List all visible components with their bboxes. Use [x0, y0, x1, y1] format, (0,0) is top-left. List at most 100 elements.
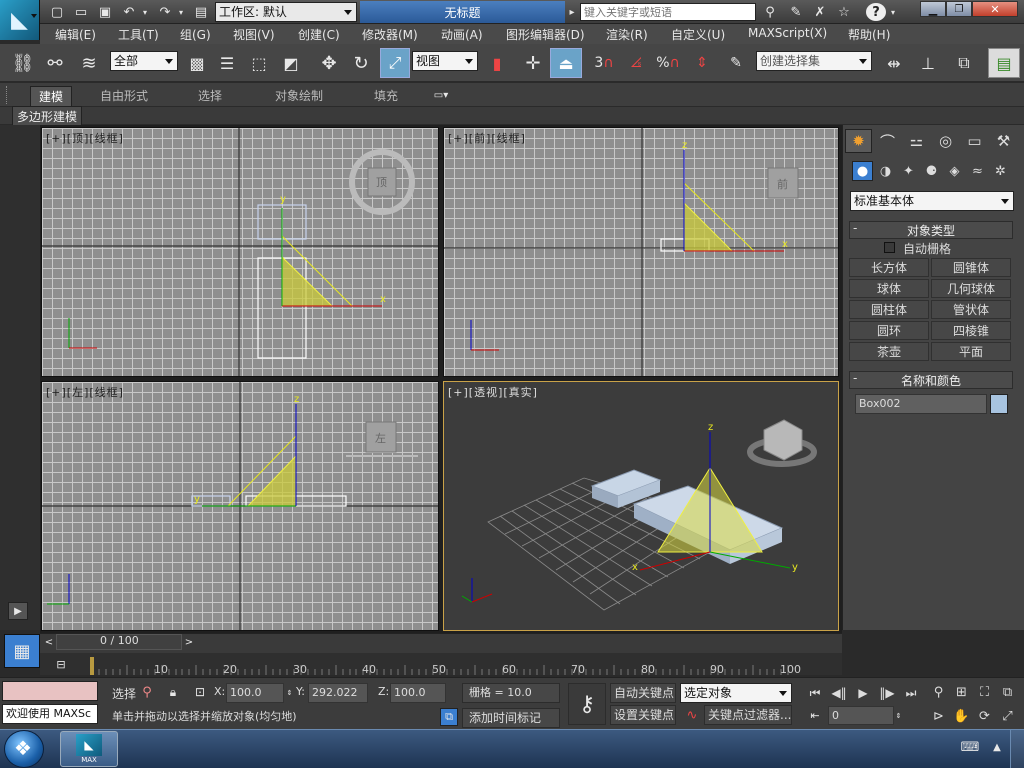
set-key-button[interactable]: 设置关键点	[610, 705, 676, 725]
mini-curve-editor-icon[interactable]: ⊟	[50, 656, 72, 672]
key-mode-dropdown[interactable]: 选定对象	[680, 683, 792, 703]
menu-item[interactable]: 组(G)	[180, 26, 211, 43]
object-type-rollout-header[interactable]: 对象类型	[849, 221, 1013, 239]
binoculars-icon[interactable]: ⚲	[760, 3, 780, 21]
primitive-button[interactable]: 球体	[849, 279, 929, 298]
primitive-button[interactable]: 圆柱体	[849, 300, 929, 319]
project-folder-icon[interactable]: ▤	[192, 3, 210, 21]
maxscript-listener-top[interactable]	[2, 681, 98, 701]
viewport-perspective[interactable]: [+][透视][真实] z y x	[443, 381, 839, 631]
selection-lock-icon[interactable]: 🔒︎	[164, 682, 182, 702]
time-config-icon[interactable]: ⇤	[806, 706, 824, 724]
menu-item[interactable]: 创建(C)	[298, 26, 340, 43]
next-frame-icon[interactable]: ‖▶	[876, 683, 898, 703]
auto-key-button[interactable]: 自动关键点	[610, 683, 676, 703]
tray-expand-icon[interactable]: ▲	[990, 738, 1004, 756]
zoom-extents-icon[interactable]: ⛶	[974, 682, 995, 702]
y-coord-field[interactable]: 292.022	[308, 683, 368, 703]
menu-item[interactable]: 修改器(M)	[362, 26, 418, 43]
select-link-icon[interactable]: ⛓	[10, 50, 36, 76]
named-selection-dropdown[interactable]: 创建选择集	[756, 51, 872, 71]
menu-item[interactable]: 帮助(H)	[848, 26, 890, 43]
geometry-icon[interactable]: ●	[852, 161, 873, 181]
tools-x-icon[interactable]: ✗	[810, 3, 830, 21]
menu-item[interactable]: 渲染(R)	[606, 26, 648, 43]
primitive-button[interactable]: 管状体	[931, 300, 1011, 319]
polygon-modeling-label[interactable]: 多边形建模	[12, 106, 83, 127]
ribbon-tab[interactable]: 选择	[190, 86, 230, 105]
layer-manager-icon[interactable]: ⧉	[950, 50, 978, 76]
move-icon[interactable]: ✥	[316, 50, 342, 76]
menu-item[interactable]: 动画(A)	[441, 26, 483, 43]
undo-icon[interactable]: ↶	[120, 3, 138, 21]
x-coord-field[interactable]: 100.0	[226, 683, 284, 703]
field-of-view-icon[interactable]: ⊳	[928, 706, 949, 726]
minimize-window-button[interactable]: ▁	[920, 1, 946, 17]
expand-panel-icon[interactable]: ▶	[8, 602, 28, 620]
pan-icon[interactable]: ✋	[951, 706, 972, 726]
modify-tab-icon[interactable]: ⌒	[874, 129, 901, 153]
select-manipulate-icon[interactable]: ✛	[520, 50, 546, 76]
primitive-button[interactable]: 平面	[931, 342, 1011, 361]
save-file-icon[interactable]: ▣	[96, 3, 114, 21]
object-color-swatch[interactable]	[990, 394, 1008, 414]
key-filters-button[interactable]: 关键点过滤器...	[704, 705, 792, 725]
isolate-selection-icon[interactable]: ⚲	[138, 682, 156, 702]
ribbon-toggle-icon[interactable]: ▤	[988, 48, 1020, 78]
select-object-icon[interactable]: ▩	[184, 50, 210, 76]
key-filter-curve-icon[interactable]: ∿	[682, 705, 702, 725]
motion-tab-icon[interactable]: ◎	[932, 129, 959, 153]
current-frame-spinner-icon[interactable]: ⇕	[894, 706, 903, 725]
cameras-icon[interactable]: ⚈	[921, 161, 942, 181]
angle-snap-icon[interactable]: ⦞	[622, 50, 650, 76]
primitive-button[interactable]: 几何球体	[931, 279, 1011, 298]
ribbon-tab[interactable]: 对象绘制	[267, 86, 331, 105]
space-warps-icon[interactable]: ≈	[967, 161, 988, 181]
show-desktop-button[interactable]	[1010, 730, 1024, 768]
ribbon-tab[interactable]: 自由形式	[92, 86, 156, 105]
align-icon[interactable]: ⊥	[914, 50, 942, 76]
bind-space-warp-icon[interactable]: ≋	[76, 50, 102, 76]
viewport-front[interactable]: [+][前][线框] z x 前	[443, 127, 839, 377]
z-coord-field[interactable]: 100.0	[390, 683, 446, 703]
keyboard-tray-icon[interactable]: ⌨	[960, 738, 980, 756]
reference-coordinate-dropdown[interactable]: 视图	[412, 51, 478, 71]
viewcube-persp[interactable]	[763, 419, 803, 461]
object-name-field[interactable]: Box002	[855, 394, 987, 414]
menu-item[interactable]: 工具(T)	[118, 26, 159, 43]
primitive-button[interactable]: 圆锥体	[931, 258, 1011, 277]
add-time-tag-label[interactable]: 添加时间标记	[462, 708, 560, 728]
close-window-button[interactable]: ✕	[972, 1, 1018, 17]
maxscript-welcome-text[interactable]: 欢迎使用 MAXSc	[2, 704, 98, 724]
rectangle-selection-icon[interactable]: ⬚	[246, 50, 272, 76]
zoom-icon[interactable]: ⚲	[928, 682, 949, 702]
search-expand-icon[interactable]: ▸	[566, 3, 578, 21]
viewport-left[interactable]: [+][左][线框] z y 左	[41, 381, 439, 631]
window-crossing-icon[interactable]: ◩	[278, 50, 304, 76]
shapes-icon[interactable]: ◑	[875, 161, 896, 181]
viewport-top[interactable]: [+][顶][线框] y x 顶	[41, 127, 439, 377]
time-slider-next-icon[interactable]: >	[182, 634, 196, 650]
zoom-extents-all-icon[interactable]: ⧉	[997, 682, 1018, 702]
absolute-mode-icon[interactable]: ⊡	[190, 682, 210, 702]
help-dropdown-icon[interactable]: ▾	[888, 3, 898, 21]
restore-window-button[interactable]: ❐	[946, 1, 972, 17]
systems-icon[interactable]: ✲	[990, 161, 1011, 181]
primitive-button[interactable]: 长方体	[849, 258, 929, 277]
taskbar-3dsmax-button[interactable]: ◣ MAX	[60, 731, 118, 767]
display-tab-icon[interactable]: ▭	[961, 129, 988, 153]
menu-item[interactable]: 编辑(E)	[55, 26, 96, 43]
select-by-name-icon[interactable]: ☰	[214, 50, 240, 76]
primitive-button[interactable]: 四棱锥	[931, 321, 1011, 340]
x-coord-spinner-icon[interactable]: ⇕	[285, 683, 294, 703]
utilities-tab-icon[interactable]: ⚒	[990, 129, 1017, 153]
current-frame-field[interactable]: 0	[828, 706, 894, 725]
maximize-viewport-icon[interactable]: ⤢	[997, 706, 1018, 726]
mirror-icon[interactable]: ⇹	[880, 50, 908, 76]
play-icon[interactable]: ▶	[852, 683, 874, 703]
time-slider-prev-icon[interactable]: <	[42, 634, 56, 650]
pivot-center-icon[interactable]: ▮	[484, 50, 510, 76]
favorites-star-icon[interactable]: ☆	[834, 3, 854, 21]
autogrid-checkbox[interactable]	[884, 242, 895, 253]
current-frame-marker[interactable]	[90, 657, 94, 675]
